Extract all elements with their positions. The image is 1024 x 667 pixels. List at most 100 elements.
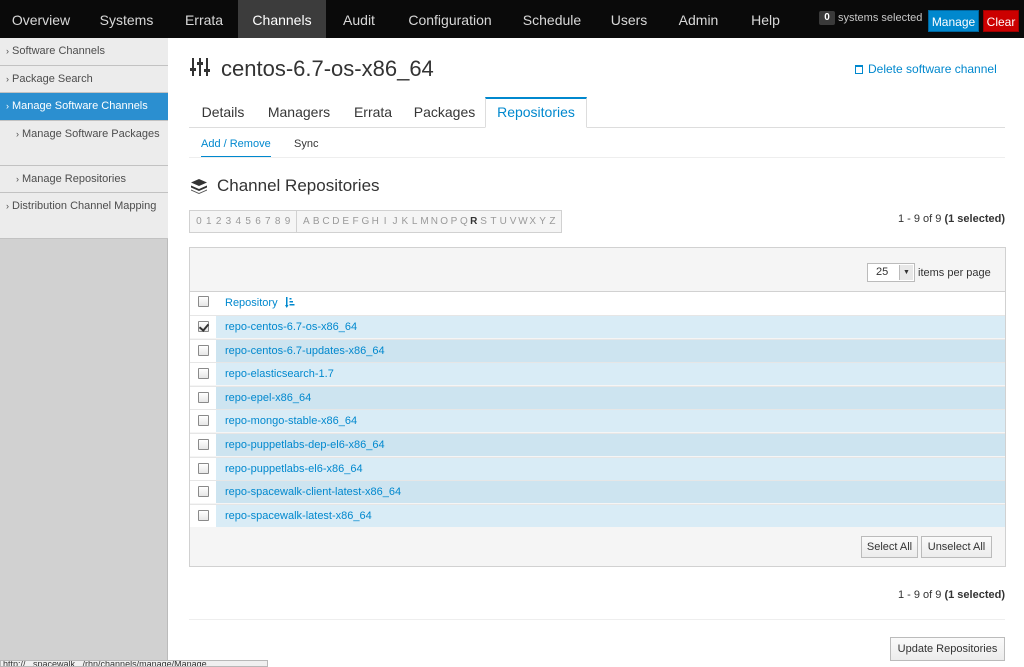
nav-configuration[interactable]: Configuration <box>392 0 508 38</box>
letter-filter-h: H <box>371 216 379 227</box>
tab-repositories[interactable]: Repositories <box>485 97 587 128</box>
letter-filter-n: N <box>430 216 438 227</box>
letter-filter-i: I <box>383 216 387 227</box>
subtab-add-remove[interactable]: Add / Remove <box>201 137 271 158</box>
table-row: repo-puppetlabs-dep-el6-x86_64 <box>190 433 1005 456</box>
nav-audit[interactable]: Audit <box>326 0 392 38</box>
row-checkbox[interactable] <box>198 439 209 450</box>
chevron-right-icon: › <box>16 129 19 139</box>
subtab-sync[interactable]: Sync <box>294 137 318 151</box>
letter-filter-l: L <box>411 216 418 227</box>
tab-errata[interactable]: Errata <box>343 97 403 128</box>
nav-overview[interactable]: Overview <box>0 0 82 38</box>
sidebar-item-manage-software-channels[interactable]: › Manage Software Channels <box>0 93 168 121</box>
row-checkbox[interactable] <box>198 486 209 498</box>
chevron-right-icon: › <box>6 46 9 56</box>
table-row: repo-spacewalk-latest-x86_64 <box>190 503 1005 527</box>
digit-filter-7: 7 <box>265 216 271 227</box>
delete-software-channel-link[interactable]: Delete software channel <box>855 62 997 76</box>
letter-filter-f: F <box>352 216 359 227</box>
select-all-checkbox[interactable] <box>198 296 209 307</box>
table-row: repo-epel-x86_64 <box>190 385 1005 409</box>
repository-link[interactable]: repo-centos-6.7-updates-x86_64 <box>225 345 385 357</box>
row-checkbox[interactable] <box>198 391 209 403</box>
manage-button[interactable]: Manage <box>928 10 979 32</box>
update-repositories-button[interactable]: Update Repositories <box>890 637 1005 661</box>
select-all-button[interactable]: Select All <box>861 536 918 558</box>
tab-packages[interactable]: Packages <box>406 97 483 128</box>
digit-filter-6: 6 <box>255 216 261 227</box>
table-row: repo-centos-6.7-os-x86_64 <box>190 315 1005 338</box>
letter-filter-b: B <box>312 216 320 227</box>
table-row: repo-centos-6.7-updates-x86_64 <box>190 338 1005 362</box>
sidebar-item-label: Manage Software Packages <box>22 128 160 140</box>
repository-link[interactable]: repo-spacewalk-client-latest-x86_64 <box>225 486 401 498</box>
sidebar-item-manage-repositories[interactable]: › Manage Repositories <box>0 166 168 193</box>
chevron-right-icon: › <box>6 101 9 111</box>
sidebar-item-label: Distribution Channel Mapping <box>12 200 157 212</box>
letter-filter-group: ABCDEFGHIJKLMNOPQRSTUVWXYZ <box>296 211 561 232</box>
nav-channels[interactable]: Channels <box>238 0 326 38</box>
nav-admin[interactable]: Admin <box>662 0 735 38</box>
nav-errata[interactable]: Errata <box>171 0 237 38</box>
nav-help[interactable]: Help <box>735 0 796 38</box>
repository-column-header[interactable]: Repository <box>225 297 295 309</box>
row-checkbox[interactable] <box>198 368 209 380</box>
clear-button[interactable]: Clear <box>983 10 1019 32</box>
table-row: repo-elasticsearch-1.7 <box>190 362 1005 386</box>
digit-filter-9: 9 <box>284 216 291 227</box>
nav-systems[interactable]: Systems <box>82 0 171 38</box>
subtabs-divider <box>189 157 1005 158</box>
repository-link[interactable]: repo-puppetlabs-el6-x86_64 <box>225 463 363 475</box>
row-checkbox[interactable] <box>198 509 209 521</box>
browser-status-url: http://...spacewalk.../rhn/channels/mana… <box>0 660 268 667</box>
column-header-label: Repository <box>225 297 278 309</box>
letter-filter-g: G <box>361 216 370 227</box>
letter-filter-r[interactable]: R <box>469 211 479 232</box>
repository-link[interactable]: repo-puppetlabs-dep-el6-x86_64 <box>225 439 385 451</box>
digit-filter-3: 3 <box>225 216 232 227</box>
sidebar-item-software-channels[interactable]: › Software Channels <box>0 38 168 66</box>
row-checkbox[interactable] <box>198 344 209 356</box>
letter-filter-t: T <box>490 216 497 227</box>
tab-managers[interactable]: Managers <box>258 97 340 128</box>
row-checkbox[interactable] <box>198 462 209 474</box>
letter-filter-x: X <box>529 216 537 227</box>
channel-icon <box>190 58 210 76</box>
table-row: repo-mongo-stable-x86_64 <box>190 409 1005 433</box>
repository-link[interactable]: repo-epel-x86_64 <box>225 392 311 404</box>
letter-filter-d: D <box>332 216 340 227</box>
sidebar-item-manage-software-packages[interactable]: › Manage Software Packages <box>0 121 168 166</box>
nav-schedule[interactable]: Schedule <box>508 0 596 38</box>
nav-users[interactable]: Users <box>596 0 662 38</box>
pagination-count-bottom: 1 - 9 of 9 (1 selected) <box>898 588 1005 602</box>
items-per-page-label: items per page <box>918 267 991 279</box>
sidebar-item-distribution-channel-mapping[interactable]: › Distribution Channel Mapping <box>0 193 168 239</box>
sidebar-item-package-search[interactable]: › Package Search <box>0 66 168 93</box>
sidebar-item-label: Manage Repositories <box>22 173 126 185</box>
delete-label: Delete software channel <box>868 62 997 76</box>
letter-filter-w: W <box>518 216 528 227</box>
chevron-right-icon: › <box>16 174 19 184</box>
repository-link[interactable]: repo-mongo-stable-x86_64 <box>225 415 357 427</box>
items-per-page-value: 25 <box>876 266 889 278</box>
tab-details[interactable]: Details <box>193 97 253 128</box>
unselect-all-button[interactable]: Unselect All <box>921 536 992 558</box>
page-title: centos-6.7-os-x86_64 <box>221 56 434 81</box>
table-row: repo-puppetlabs-el6-x86_64 <box>190 456 1005 480</box>
items-per-page-select[interactable]: 25 ▼ <box>867 263 915 282</box>
repository-link[interactable]: repo-centos-6.7-os-x86_64 <box>225 321 357 333</box>
trash-icon <box>855 65 863 74</box>
repository-link[interactable]: repo-elasticsearch-1.7 <box>225 368 334 380</box>
repository-link[interactable]: repo-spacewalk-latest-x86_64 <box>225 510 372 522</box>
digit-filter-2: 2 <box>215 216 222 227</box>
row-checkbox[interactable] <box>198 321 209 332</box>
digit-filter-group: 0123456789 <box>190 211 296 232</box>
repositories-icon <box>191 179 207 194</box>
row-checkbox[interactable] <box>198 415 209 427</box>
letter-filter-m: M <box>420 216 429 227</box>
sidebar-item-label: Manage Software Channels <box>12 100 148 112</box>
digit-filter-8: 8 <box>274 216 281 227</box>
pagination-range: 1 - 9 of 9 <box>897 213 942 225</box>
letter-filter-c: C <box>322 216 330 227</box>
